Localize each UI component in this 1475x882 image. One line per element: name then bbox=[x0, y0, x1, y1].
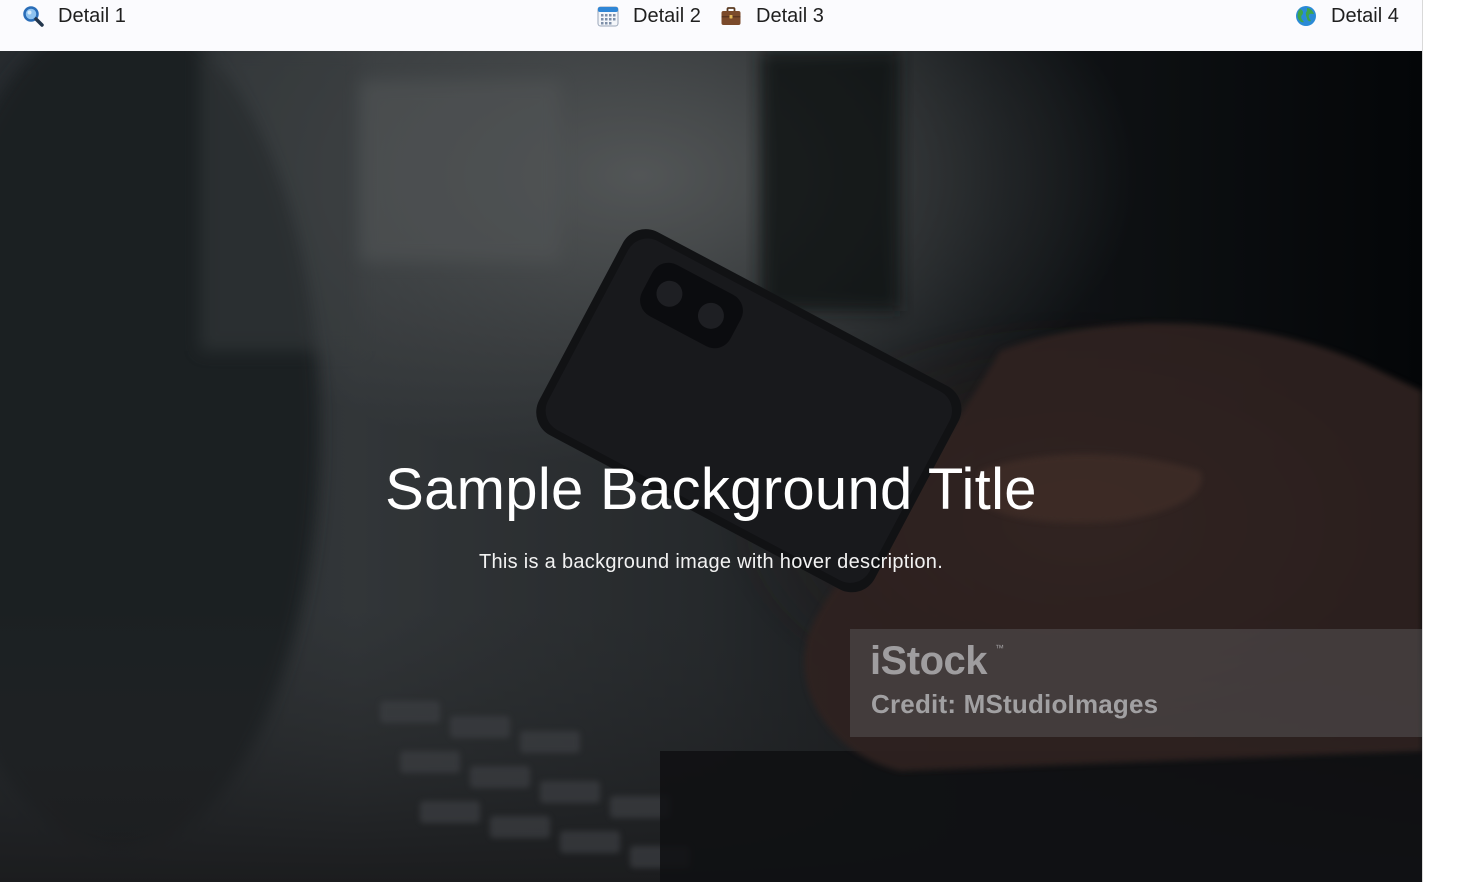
watermark-credit: Credit: MStudioImages bbox=[871, 689, 1159, 719]
watermark-trademark: ™ bbox=[995, 643, 1004, 653]
hero-title: Sample Background Title bbox=[385, 457, 1037, 522]
istock-watermark: iStock ™ Credit: MStudioImages bbox=[850, 629, 1422, 737]
magnifier-icon bbox=[22, 5, 44, 27]
hero-description: This is a background image with hover de… bbox=[478, 551, 944, 573]
page: Detail 1 Detail 2 Detail 3 Detail 4 Samp… bbox=[0, 0, 1423, 882]
globe-icon bbox=[1295, 5, 1317, 27]
detail-1-item[interactable]: Detail 1 bbox=[22, 4, 126, 28]
briefcase-icon bbox=[720, 5, 742, 27]
top-bar: Detail 1 Detail 2 Detail 3 Detail 4 bbox=[0, 0, 1422, 51]
detail-4-item[interactable]: Detail 4 bbox=[1295, 4, 1399, 28]
detail-3-label: Detail 3 bbox=[756, 4, 824, 27]
hero-banner[interactable]: Sample Background Title This is a backgr… bbox=[0, 51, 1422, 882]
detail-2-item[interactable]: Detail 2 bbox=[597, 4, 701, 28]
watermark-logo: iStock bbox=[870, 639, 988, 683]
calendar-icon bbox=[597, 5, 619, 27]
detail-3-item[interactable]: Detail 3 bbox=[720, 4, 824, 28]
detail-4-label: Detail 4 bbox=[1331, 4, 1399, 27]
detail-2-label: Detail 2 bbox=[633, 4, 701, 27]
detail-1-label: Detail 1 bbox=[58, 4, 126, 27]
